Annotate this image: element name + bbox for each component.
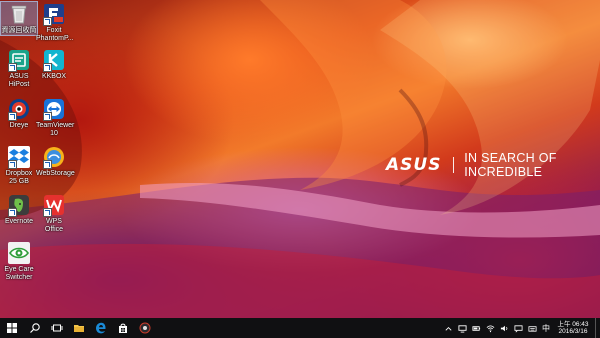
- evernote-icon: [7, 193, 31, 217]
- desktop-icon-kkbox[interactable]: KKBOX: [36, 48, 72, 81]
- shortcut-arrow-icon: [8, 160, 17, 169]
- store-button[interactable]: [112, 318, 134, 338]
- speaker-icon: [500, 325, 507, 331]
- battery-button[interactable]: [469, 318, 483, 338]
- eye-care-icon: [7, 241, 31, 265]
- store-icon: [119, 323, 127, 333]
- desktop-icon-recycle-bin[interactable]: 資源回收筒: [0, 1, 38, 36]
- shortcut-arrow-icon: [43, 17, 52, 26]
- desktop-icon-foxit[interactable]: Foxit PhantomP...: [36, 2, 74, 43]
- desktop-icon-label: Dropbox 25 GB: [5, 170, 33, 185]
- shortcut-arrow-icon: [8, 208, 17, 217]
- shortcut-arrow-icon: [8, 63, 17, 72]
- task-view-icon: [51, 324, 63, 332]
- wifi-icon: [486, 325, 494, 332]
- system-tray: 中 上午 06:43 2016/3/16: [441, 318, 600, 338]
- taskbar: 中 上午 06:43 2016/3/16: [0, 318, 600, 338]
- input-method-button[interactable]: 中: [539, 318, 553, 338]
- dreye-icon: [7, 97, 31, 121]
- recycle-bin-icon: [7, 2, 31, 26]
- show-hidden-icons-button[interactable]: [441, 318, 455, 338]
- show-desktop-button[interactable]: [595, 318, 600, 338]
- foxit-pdf-icon: [42, 2, 66, 26]
- edge-button[interactable]: [90, 318, 112, 338]
- action-center-button[interactable]: [511, 318, 525, 338]
- asus-brand-overlay: ASUS IN SEARCH OF INCREDIBLE: [386, 151, 600, 179]
- asus-hipost-icon: [7, 48, 31, 72]
- desktop-icon-evernote[interactable]: Evernote: [1, 193, 37, 226]
- input-method-indicator: 中: [542, 323, 550, 333]
- desktop-icon-label: TeamViewer 10: [36, 122, 75, 137]
- search-icon: [30, 323, 40, 333]
- shortcut-arrow-icon: [43, 63, 52, 72]
- desktop-icon-eye-care[interactable]: Eye Care Switcher: [1, 241, 37, 282]
- app-icon: [139, 322, 151, 334]
- clock[interactable]: 上午 06:43 2016/3/16: [553, 321, 593, 336]
- message-icon: [513, 324, 523, 333]
- desktop-icon-dreye[interactable]: Dreye: [1, 97, 37, 130]
- desktop-icon-label: Eye Care Switcher: [4, 266, 34, 281]
- chevron-up-icon: [444, 326, 452, 331]
- edge-icon: [96, 322, 106, 334]
- file-explorer-icon: [74, 325, 84, 332]
- desktop-icon-label: Evernote: [4, 218, 34, 225]
- wps-office-icon: [42, 193, 66, 217]
- network-button[interactable]: [483, 318, 497, 338]
- clock-time: 06:43: [572, 320, 589, 328]
- webstorage-icon: [42, 145, 66, 169]
- desktop-icon-teamviewer[interactable]: TeamViewer 10: [36, 97, 75, 138]
- desktop-icon-label: Dreye: [9, 122, 29, 129]
- keyboard-button[interactable]: [525, 318, 539, 338]
- desktop-icon-label: KKBOX: [41, 73, 67, 80]
- kkbox-icon: [42, 48, 66, 72]
- desktop-icon-label: Foxit PhantomP...: [36, 27, 74, 42]
- desktop-icon-label: ASUS HiPost: [8, 73, 30, 88]
- start-icon: [7, 323, 17, 333]
- clock-period: 上午: [557, 320, 571, 328]
- shortcut-arrow-icon: [8, 112, 17, 121]
- shortcut-arrow-icon: [43, 160, 52, 169]
- file-explorer-button[interactable]: [68, 318, 90, 338]
- desktop-icon-webstorage[interactable]: WebStorage: [36, 145, 75, 178]
- keyboard-icon: [527, 325, 537, 332]
- clock-date: 2016/3/16: [558, 328, 588, 335]
- brand-tagline: IN SEARCH OF INCREDIBLE: [464, 151, 557, 179]
- display-icon: [457, 324, 467, 333]
- search-button[interactable]: [24, 318, 46, 338]
- desktop-icon-asus-hipost[interactable]: ASUS HiPost: [1, 48, 37, 89]
- volume-button[interactable]: [497, 318, 511, 338]
- tray-app-button[interactable]: [455, 318, 469, 338]
- start-button[interactable]: [0, 318, 24, 338]
- pinned-app-button[interactable]: [134, 318, 156, 338]
- shortcut-arrow-icon: [43, 112, 52, 121]
- desktop-icon-label: 資源回收筒: [1, 27, 37, 34]
- brand-divider: [453, 157, 455, 173]
- desktop-icon-wps-office[interactable]: WPS Office: [36, 193, 72, 234]
- shortcut-arrow-icon: [43, 208, 52, 217]
- desktop-icon-dropbox[interactable]: Dropbox 25 GB: [1, 145, 37, 186]
- battery-icon: [471, 325, 480, 331]
- task-view-button[interactable]: [46, 318, 68, 338]
- desktop-icon-label: WebStorage: [36, 170, 75, 177]
- dropbox-icon: [7, 145, 31, 169]
- teamviewer-icon: [42, 97, 66, 121]
- desktop-icon-label: WPS Office: [44, 218, 64, 233]
- asus-logo: ASUS: [386, 155, 442, 175]
